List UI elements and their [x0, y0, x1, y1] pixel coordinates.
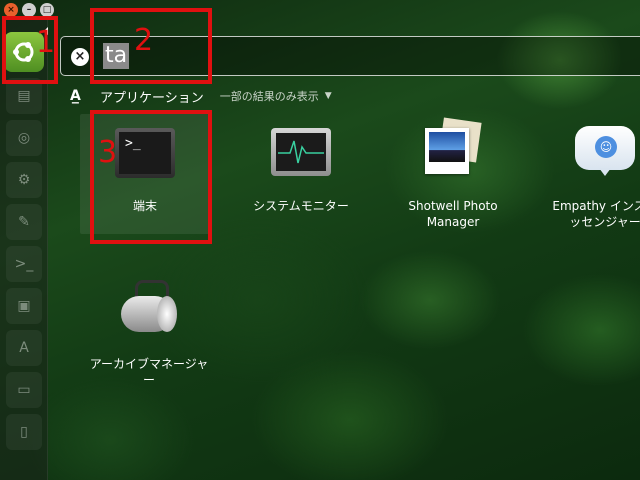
- system-monitor-app-icon: [269, 120, 333, 184]
- app-label: システムモニター: [253, 199, 349, 213]
- category-header: A̲ アプリケーション 一部の結果のみ表示 ▼: [70, 86, 332, 106]
- app-system-monitor[interactable]: システムモニター: [236, 120, 366, 214]
- launcher: ▤ ◎ ⚙ ✎ >_ ▣ A ▭ ▯: [0, 18, 48, 480]
- empathy-app-icon: ☺: [573, 120, 637, 184]
- archive-manager-app-icon: [117, 278, 181, 342]
- app-label: Empathy インスタ ッセンジャー: [552, 199, 640, 229]
- launcher-firefox-icon[interactable]: ◎: [6, 120, 42, 156]
- maximize-window-button[interactable]: □: [40, 3, 54, 17]
- launcher-software-center-icon[interactable]: A: [6, 330, 42, 366]
- clear-search-icon[interactable]: ×: [71, 48, 89, 66]
- launcher-terminal-icon[interactable]: >_: [6, 246, 42, 282]
- app-empathy[interactable]: ☺ Empathy インスタ ッセンジャー: [540, 120, 640, 230]
- annotation-number-1: 1: [36, 25, 56, 60]
- minimize-window-button[interactable]: –: [22, 3, 36, 17]
- app-label: Shotwell Photo Manager: [408, 199, 498, 229]
- annotation-number-2: 2: [134, 23, 154, 58]
- launcher-settings-icon[interactable]: ⚙: [6, 162, 42, 198]
- launcher-screenshot-icon[interactable]: ▣: [6, 288, 42, 324]
- expand-caret-icon[interactable]: ▼: [325, 91, 332, 101]
- partial-results-toggle[interactable]: 一部の結果のみ表示: [220, 88, 319, 104]
- launcher-usb-icon[interactable]: ▯: [6, 414, 42, 450]
- window-controls: × – □: [4, 3, 54, 17]
- app-archive-manager[interactable]: アーカイブマネージャー: [84, 278, 214, 388]
- app-shotwell[interactable]: Shotwell Photo Manager: [388, 117, 518, 230]
- launcher-disk-icon[interactable]: ▭: [6, 372, 42, 408]
- app-label: アーカイブマネージャー: [89, 357, 209, 387]
- launcher-text-editor-icon[interactable]: ✎: [6, 204, 42, 240]
- annotation-number-3: 3: [98, 135, 118, 170]
- applications-lens-icon: A̲: [70, 88, 81, 104]
- close-window-button[interactable]: ×: [4, 3, 18, 17]
- annotation-box-3: [90, 110, 212, 244]
- shotwell-app-icon: [421, 117, 485, 184]
- category-label: アプリケーション: [100, 90, 204, 106]
